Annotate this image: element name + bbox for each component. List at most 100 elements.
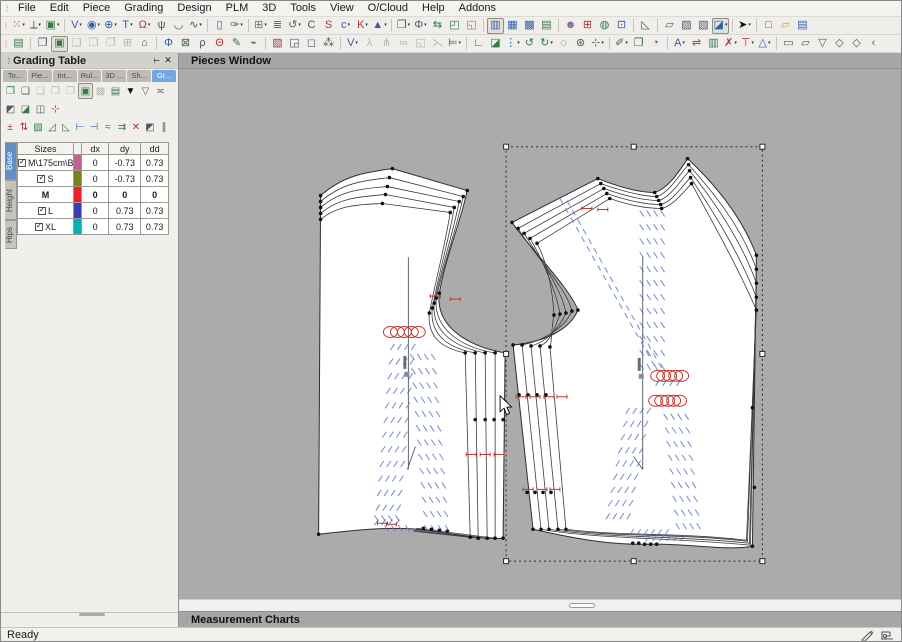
dropdown-caret-icon[interactable]: ▾ (240, 18, 243, 33)
add-point-icon[interactable]: ⊹▾ (589, 36, 606, 52)
grade-points-icon[interactable]: ⁙▾ (10, 18, 27, 34)
dropdown-caret-icon[interactable]: ▾ (459, 36, 462, 51)
menu-item-help[interactable]: Help (415, 2, 452, 14)
dy-value-cell[interactable]: -0.73 (109, 155, 141, 171)
export-grade-icon[interactable]: ∥ (157, 119, 171, 135)
panel-tab-to[interactable]: To... (3, 70, 27, 82)
dropdown-caret-icon[interactable]: ▾ (768, 36, 771, 51)
delete-x-icon[interactable]: ✗▾ (722, 36, 739, 52)
tool-disabled-4[interactable]: ⊞ (119, 36, 136, 52)
panel-tab-3d[interactable]: 3D ... (102, 70, 126, 82)
selection-handle[interactable] (504, 559, 509, 564)
expand-icon[interactable]: ▼ (123, 83, 138, 99)
rotate-ccw-icon[interactable]: ↺▾ (286, 18, 303, 34)
panel-tab-sh[interactable]: Sh... (127, 70, 151, 82)
dropdown-caret-icon[interactable]: ▾ (625, 36, 628, 51)
side-tab-hips[interactable]: Hips (5, 220, 17, 249)
corner-grade-icon[interactable]: ◩ (3, 101, 18, 117)
calc-table-icon[interactable]: ▤ (538, 18, 555, 34)
paste-grade-icon[interactable]: ❏ (18, 83, 33, 99)
balance-icon[interactable]: ≍ (153, 83, 168, 99)
page-flag-icon[interactable]: ◱ (463, 18, 480, 34)
grid-view-icon[interactable]: ▦ (504, 18, 521, 34)
dy-value-cell[interactable]: -0.73 (109, 171, 141, 187)
menu-item-design[interactable]: Design (170, 2, 218, 14)
sewing-machine-icon[interactable] (879, 629, 895, 641)
circle-tool-icon[interactable]: ◉▾ (85, 18, 102, 34)
align-x-icon[interactable]: ⊢ (73, 119, 87, 135)
dart-tool-icon[interactable]: V▾ (68, 18, 85, 34)
button-tool-icon[interactable]: ⊕▾ (102, 18, 119, 34)
size-checkbox[interactable] (35, 223, 43, 231)
rotate-cw-icon[interactable]: C (303, 18, 320, 34)
spark-icon[interactable]: ⌁ (245, 36, 262, 52)
copy-piece-icon[interactable]: ❐ (34, 36, 51, 52)
open-dxf-icon[interactable]: ▤ (10, 36, 27, 52)
dropdown-caret-icon[interactable]: ▾ (298, 18, 301, 33)
notch-tool-icon[interactable]: Ω▾ (136, 18, 153, 34)
dropdown-caret-icon[interactable]: ▾ (550, 36, 553, 51)
distribute-icon[interactable]: ⇉ (115, 119, 129, 135)
pattern-image-icon[interactable]: ▣▾ (44, 18, 61, 34)
stamp-icon[interactable]: ⊞▾ (252, 18, 269, 34)
dropdown-caret-icon[interactable]: ▾ (682, 36, 685, 51)
pen-tool-icon[interactable]: ✑▾ (228, 18, 245, 34)
dropdown-caret-icon[interactable]: ▾ (734, 36, 737, 51)
move-x-icon[interactable]: ± (3, 119, 17, 135)
picture-icon[interactable]: ▣ (51, 36, 68, 52)
dropdown-caret-icon[interactable]: ▾ (752, 36, 755, 51)
menu-item-3d[interactable]: 3D (255, 2, 283, 14)
fold-page-icon[interactable]: ❐▾ (395, 18, 412, 34)
text-tool-icon[interactable]: T▾ (119, 18, 136, 34)
angle-tool-icon[interactable]: ‹ (865, 36, 882, 52)
dx-value-cell[interactable]: 0 (81, 187, 109, 203)
size-row-s[interactable]: S0-0.730.73 (18, 171, 169, 187)
dd-value-cell[interactable]: 0.73 (141, 155, 169, 171)
size-row-xl[interactable]: XL00.730.73 (18, 219, 169, 235)
save-file-icon[interactable]: ▤ (794, 18, 811, 34)
close-icon[interactable]: ✕ (162, 55, 174, 66)
move-y-icon[interactable]: ⇅ (17, 119, 31, 135)
collapse-icon[interactable]: ▽ (138, 83, 153, 99)
pleat-tool-icon[interactable]: ψ (153, 18, 170, 34)
disabled-grade-3[interactable]: ❐ (63, 83, 78, 99)
pen2-icon[interactable]: ✎ (228, 36, 245, 52)
disabled-grade-2[interactable]: ❒ (48, 83, 63, 99)
page-copy-grade-icon[interactable]: ▨ (678, 18, 695, 34)
dropdown-caret-icon[interactable]: ▾ (725, 18, 728, 33)
grade-paste-icon[interactable]: ◺ (59, 119, 73, 135)
pattern-piece-left[interactable] (319, 169, 505, 539)
size-table-icon[interactable]: ⊞ (579, 18, 596, 34)
new-file-icon[interactable]: □ (760, 18, 777, 34)
scrollbar-thumb[interactable] (569, 603, 595, 608)
points-list-icon[interactable]: ⋮▾ (504, 36, 521, 52)
orbit-icon[interactable]: ⊛ (572, 36, 589, 52)
size-name-cell[interactable]: S (18, 171, 74, 187)
dropdown-caret-icon[interactable]: ▾ (347, 18, 350, 33)
equal-red-icon[interactable]: ⇌ (688, 36, 705, 52)
menu-item-plm[interactable]: PLM (219, 2, 256, 14)
size-checkbox[interactable] (18, 159, 26, 167)
selection-handle[interactable] (631, 559, 636, 564)
menu-item-grading[interactable]: Grading (117, 2, 170, 14)
3d-sphere-icon[interactable]: ◍ (596, 18, 613, 34)
walk2-icon[interactable]: ⋔ (378, 36, 395, 52)
picture-add-icon[interactable]: ▧ (269, 36, 286, 52)
open-file-icon[interactable]: ▱ (777, 18, 794, 34)
tent-icon[interactable]: △▾ (756, 36, 773, 52)
dd-value-cell[interactable]: 0.73 (141, 171, 169, 187)
disabled-grade-1[interactable]: ❑ (33, 83, 48, 99)
tool-disabled-2[interactable]: ❒ (85, 36, 102, 52)
side-tab-height[interactable]: Height (5, 180, 17, 220)
perpendicular-icon[interactable]: ⟂▾ (27, 18, 44, 34)
dropdown-caret-icon[interactable]: ▾ (601, 36, 604, 51)
menu-item-tools[interactable]: Tools (283, 2, 323, 14)
hammer-icon[interactable]: ⊤▾ (739, 36, 756, 52)
grade-table-icon[interactable]: ▧ (31, 119, 45, 135)
dropdown-caret-icon[interactable]: ▾ (130, 18, 133, 33)
walk-pieces-icon[interactable]: ⇆ (429, 18, 446, 34)
monitor-icon[interactable]: ⊡ (613, 18, 630, 34)
skew-tool-icon[interactable]: ▱ (797, 36, 814, 52)
menu-item-edit[interactable]: Edit (43, 2, 76, 14)
mirror-v-icon[interactable]: Φ (160, 36, 177, 52)
